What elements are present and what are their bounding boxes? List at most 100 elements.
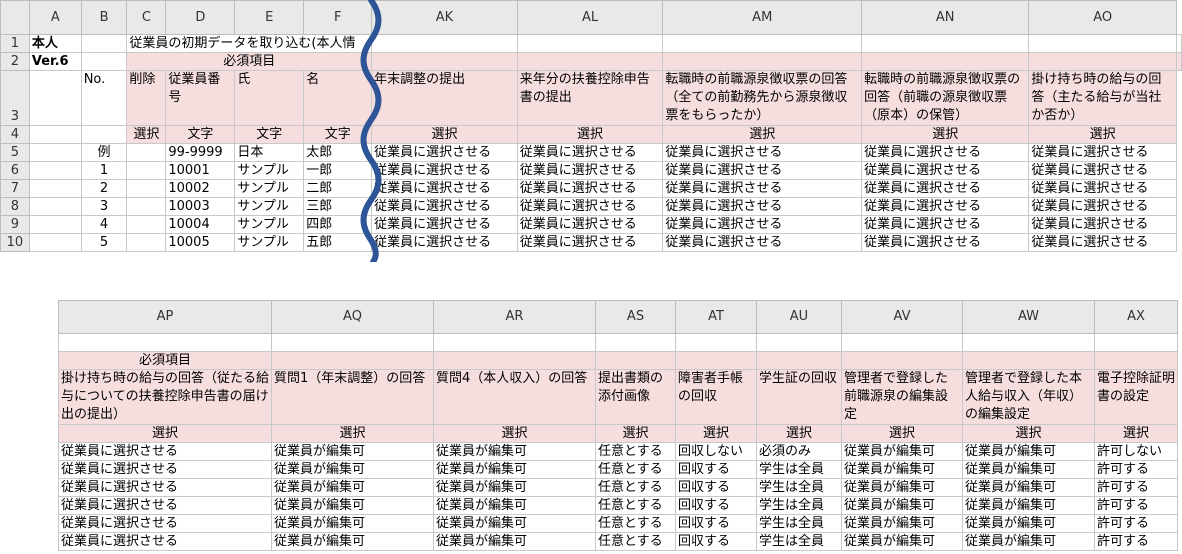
- header-previous-job-edit-setting[interactable]: 管理者で登録した前職源泉の編集設定: [841, 369, 963, 425]
- cell-a4[interactable]: [28, 125, 82, 144]
- col-header-an[interactable]: AN: [861, 0, 1030, 35]
- cell[interactable]: [675, 333, 757, 352]
- cell-ak2[interactable]: [516, 52, 664, 71]
- cell[interactable]: [28, 197, 82, 216]
- cell-delete[interactable]: [126, 215, 167, 234]
- cell[interactable]: 従業員が編集可: [841, 496, 963, 515]
- col-header-ak[interactable]: AK: [371, 0, 518, 35]
- col-header-ax[interactable]: AX: [1094, 300, 1178, 334]
- header-employee-number[interactable]: 従業員番号: [165, 70, 236, 126]
- cell-surname[interactable]: サンプル: [234, 161, 305, 180]
- cell[interactable]: 学生は全員: [756, 496, 842, 515]
- cell-ak1[interactable]: [516, 34, 664, 53]
- cell-am[interactable]: 従業員に選択させる: [662, 143, 863, 162]
- cell[interactable]: [841, 333, 963, 352]
- cell[interactable]: 任意とする: [595, 532, 676, 551]
- cell-employee-number[interactable]: 10005: [165, 233, 236, 252]
- cell[interactable]: 従業員が編集可: [433, 496, 596, 515]
- cell[interactable]: 学生は全員: [756, 514, 842, 533]
- required-items-label[interactable]: 必須項目: [126, 52, 373, 71]
- cell-c1[interactable]: 従業員の初期データを取り込む(本人情: [126, 34, 373, 53]
- cell[interactable]: 従業員に選択させる: [58, 442, 272, 461]
- col-header-ao[interactable]: AO: [1028, 0, 1177, 35]
- cell-am[interactable]: 従業員に選択させる: [662, 215, 863, 234]
- cell[interactable]: 任意とする: [595, 478, 676, 497]
- col-header-at[interactable]: AT: [675, 300, 757, 334]
- type-select[interactable]: 選択: [1094, 424, 1178, 443]
- header-side-job-main-salary[interactable]: 掛け持ち時の給与の回答（主たる給与が当社か否か）: [1028, 70, 1177, 126]
- cell-al2[interactable]: [662, 52, 863, 71]
- cell[interactable]: [433, 351, 596, 370]
- header-attachment-image[interactable]: 提出書類の添付画像: [595, 369, 676, 425]
- cell[interactable]: 回収する: [675, 478, 757, 497]
- row-number[interactable]: 2: [0, 52, 30, 71]
- cell[interactable]: 従業員が編集可: [433, 460, 596, 479]
- cell[interactable]: [841, 351, 963, 370]
- header-student-id[interactable]: 学生証の回収: [756, 369, 842, 425]
- cell[interactable]: 従業員が編集可: [433, 478, 596, 497]
- cell-no[interactable]: 3: [80, 197, 128, 216]
- cell-ak[interactable]: 従業員に選択させる: [371, 161, 518, 180]
- header-dependent-deduction[interactable]: 来年分の扶養控除申告書の提出: [516, 70, 664, 126]
- cell[interactable]: 許可しない: [1094, 442, 1178, 461]
- cell-ak[interactable]: 従業員に選択させる: [371, 179, 518, 198]
- cell-am[interactable]: 従業員に選択させる: [662, 233, 863, 252]
- cell-ao[interactable]: 従業員に選択させる: [1028, 143, 1177, 162]
- cell[interactable]: [433, 333, 596, 352]
- row-number[interactable]: 7: [0, 179, 30, 198]
- cell-employee-number[interactable]: 10004: [165, 215, 236, 234]
- cell[interactable]: [271, 333, 434, 352]
- cell[interactable]: 許可する: [1094, 514, 1178, 533]
- cell[interactable]: [28, 161, 82, 180]
- cell[interactable]: 許可する: [1094, 496, 1178, 515]
- cell[interactable]: [1094, 351, 1178, 370]
- col-header-c[interactable]: C: [126, 0, 167, 35]
- row-number[interactable]: 6: [0, 161, 30, 180]
- cell-employee-number[interactable]: 10003: [165, 197, 236, 216]
- cell-ao1[interactable]: [1176, 34, 1182, 53]
- cell-no[interactable]: 2: [80, 179, 128, 198]
- cell-employee-number[interactable]: 99-9999: [165, 143, 236, 162]
- header-disability-certificate[interactable]: 障害者手帳の回収: [675, 369, 757, 425]
- cell[interactable]: 従業員が編集可: [271, 514, 434, 533]
- cell-am1[interactable]: [861, 34, 1030, 53]
- type-select[interactable]: 選択: [662, 125, 863, 144]
- cell-an[interactable]: 従業員に選択させる: [861, 215, 1030, 234]
- type-select[interactable]: 選択: [371, 125, 518, 144]
- cell-a2[interactable]: Ver.6: [28, 52, 82, 71]
- cell-delete[interactable]: [126, 161, 167, 180]
- cell[interactable]: 従業員に選択させる: [58, 514, 272, 533]
- cell[interactable]: 必須のみ: [756, 442, 842, 461]
- type-text[interactable]: 文字: [165, 125, 236, 144]
- cell-al[interactable]: 従業員に選択させる: [516, 197, 664, 216]
- type-select[interactable]: 選択: [271, 424, 434, 443]
- row-number[interactable]: 1: [0, 34, 30, 53]
- cell-no[interactable]: 1: [80, 161, 128, 180]
- cell-am[interactable]: 従業員に選択させる: [662, 197, 863, 216]
- cell-f2[interactable]: [371, 52, 518, 71]
- type-select[interactable]: 選択: [1028, 125, 1177, 144]
- row-number[interactable]: 9: [0, 215, 30, 234]
- cell-ak[interactable]: 従業員に選択させる: [371, 197, 518, 216]
- col-header-al[interactable]: AL: [516, 0, 664, 35]
- cell-an[interactable]: 従業員に選択させる: [861, 143, 1030, 162]
- col-header-e[interactable]: E: [234, 0, 305, 35]
- cell[interactable]: 学生は全員: [756, 460, 842, 479]
- cell[interactable]: [28, 179, 82, 198]
- cell[interactable]: 従業員が編集可: [433, 514, 596, 533]
- cell[interactable]: [58, 333, 272, 352]
- header-question1-year-end[interactable]: 質問1（年末調整）の回答: [271, 369, 434, 425]
- type-select[interactable]: 選択: [516, 125, 664, 144]
- cell-surname[interactable]: サンプル: [234, 215, 305, 234]
- cell[interactable]: 許可する: [1094, 460, 1178, 479]
- cell[interactable]: 従業員が編集可: [271, 442, 434, 461]
- cell-employee-number[interactable]: 10001: [165, 161, 236, 180]
- cell-an[interactable]: 従業員に選択させる: [861, 179, 1030, 198]
- type-select[interactable]: 選択: [861, 125, 1030, 144]
- cell[interactable]: 従業員が編集可: [841, 442, 963, 461]
- cell[interactable]: 従業員に選択させる: [58, 532, 272, 551]
- cell-al[interactable]: 従業員に選択させる: [516, 233, 664, 252]
- cell-surname[interactable]: サンプル: [234, 179, 305, 198]
- cell-no[interactable]: 5: [80, 233, 128, 252]
- cell[interactable]: 任意とする: [595, 496, 676, 515]
